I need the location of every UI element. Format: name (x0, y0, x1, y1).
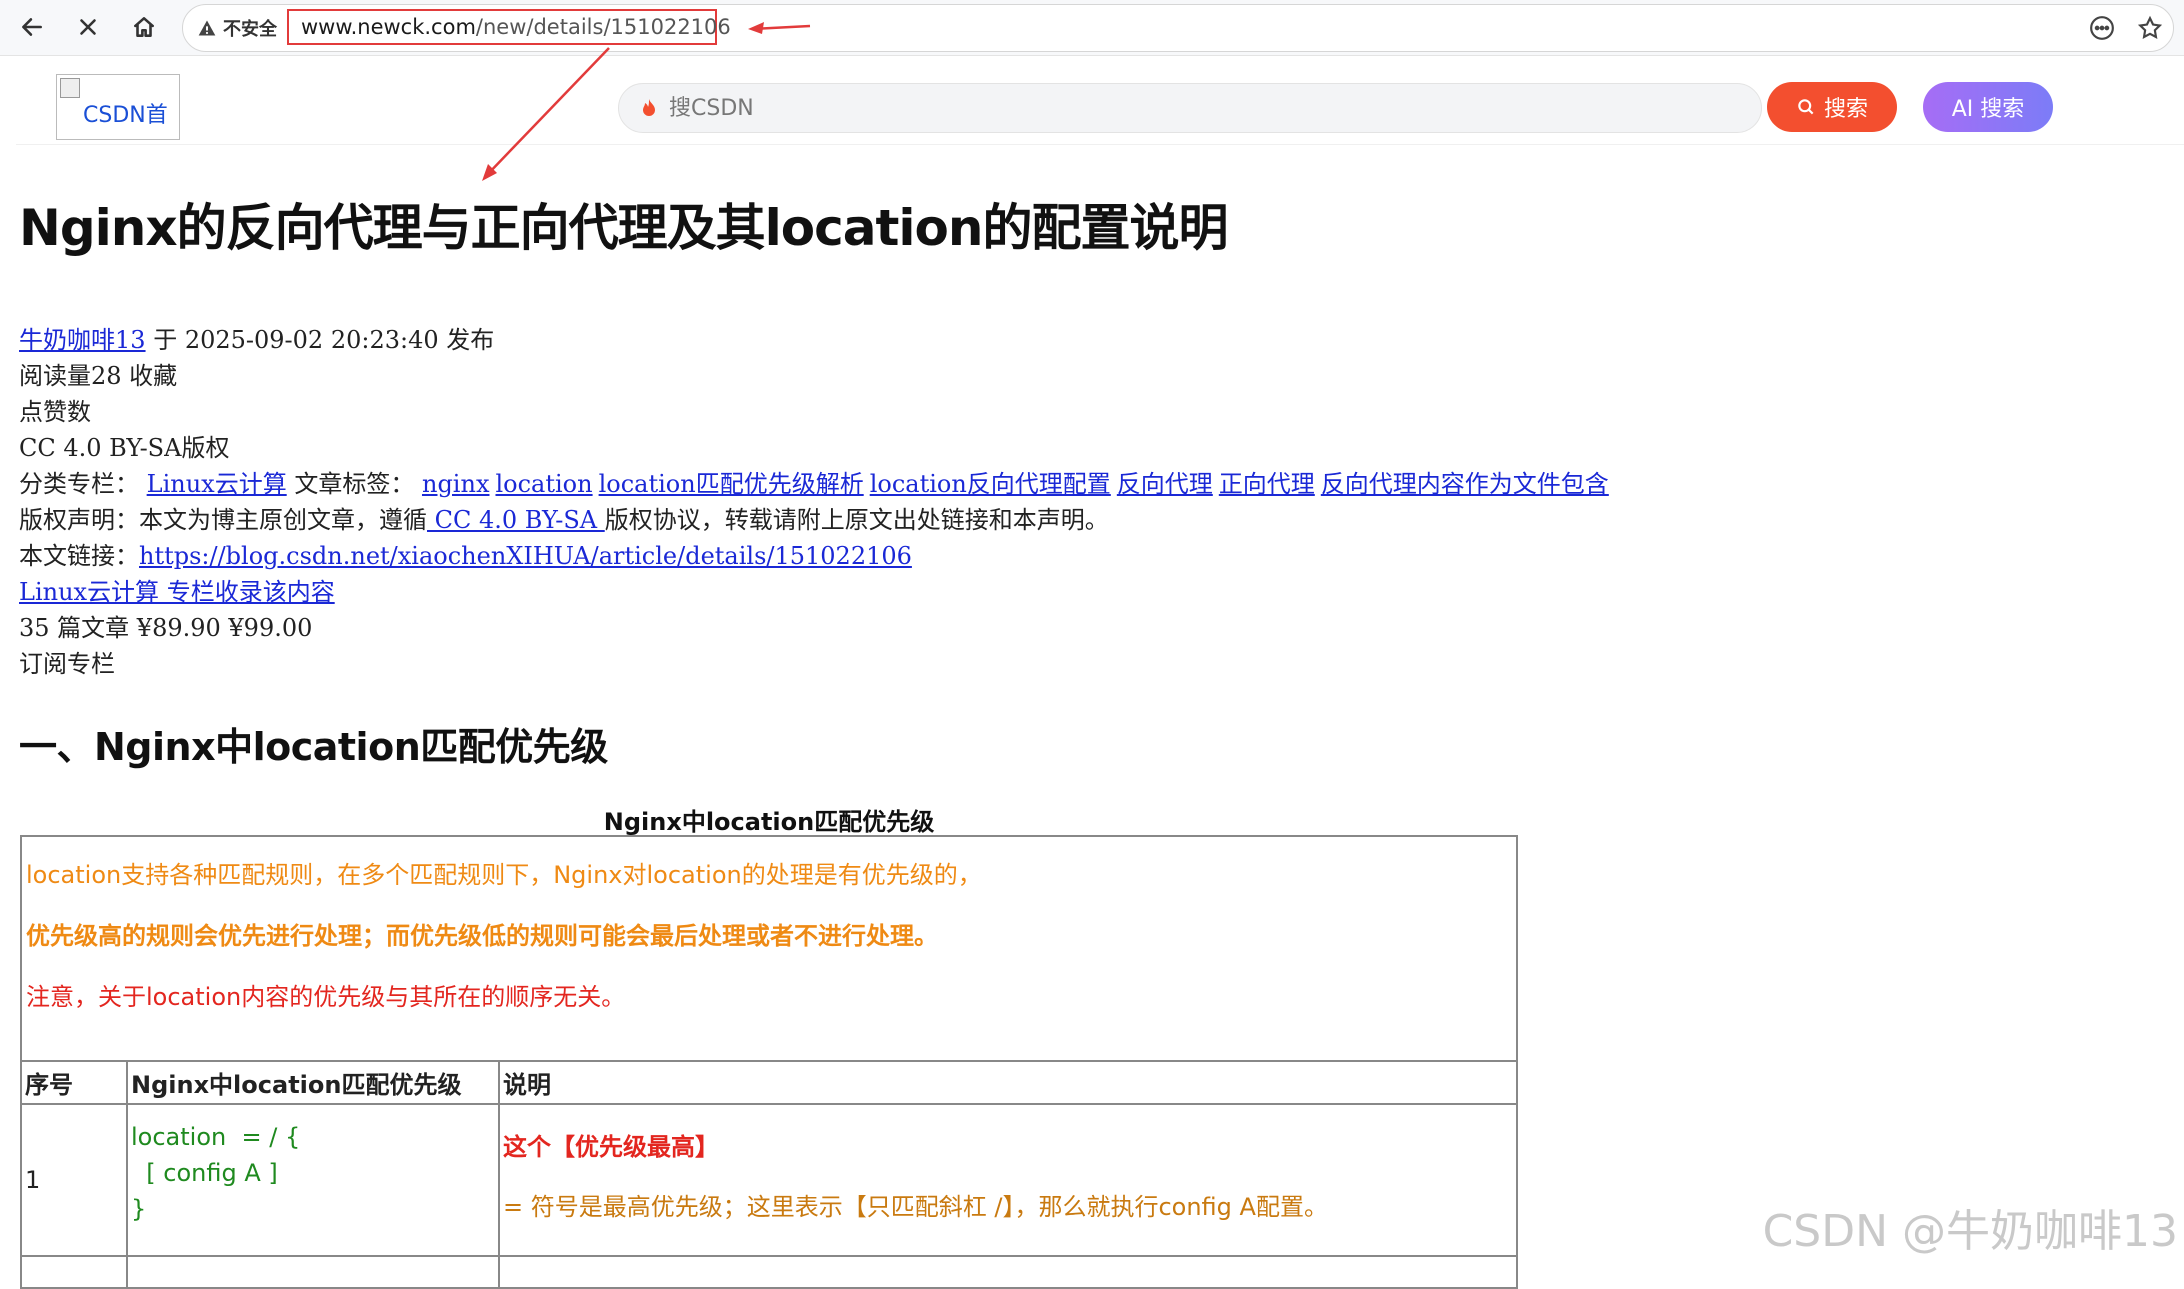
code-line: } (131, 1195, 147, 1223)
warning-icon (198, 20, 216, 36)
csdn-logo[interactable]: CSDN首 (56, 74, 180, 140)
search-icon (1798, 99, 1814, 115)
code-line: [ config A ] (131, 1159, 278, 1187)
article-title: Nginx的反向代理与正向代理及其location的配置说明 (19, 199, 1228, 257)
article-link-label: 本文链接： (19, 542, 139, 570)
back-button[interactable] (10, 7, 54, 47)
table-row: 1 location = / { [ config A ] } 这个【优先级最高… (22, 1105, 1516, 1257)
home-icon (134, 17, 154, 37)
site-header: CSDN首 搜索 AI 搜索 (16, 58, 2184, 145)
table-intro: location支持各种匹配规则，在多个匹配规则下，Nginx对location… (22, 837, 1516, 1062)
article-meta: 牛奶咖啡13 于 2025-09-02 20:23:40 发布 阅读量28 收藏… (19, 322, 1719, 682)
broken-image-icon (60, 78, 80, 98)
favorite-button[interactable] (2137, 5, 2163, 51)
copyright-prefix: 版权声明：本文为博主原创文章，遵循 (19, 506, 427, 534)
tag-link[interactable]: location (495, 470, 592, 498)
star-icon (2137, 15, 2163, 39)
tag-link[interactable]: 反向代理 (1117, 470, 1213, 498)
row-number: 1 (22, 1105, 128, 1255)
search-button[interactable]: 搜索 (1767, 82, 1897, 132)
code-line: location = / { (131, 1123, 301, 1151)
section-heading: 一、Nginx中location匹配优先级 (19, 725, 608, 769)
priority-highlight: 这个【优先级最高】 (503, 1133, 719, 1161)
tag-link[interactable]: 反向代理内容作为文件包含 (1321, 470, 1609, 498)
tag-link[interactable]: location匹配优先级解析 (599, 470, 864, 498)
category-link[interactable]: Linux云计算 (147, 470, 287, 498)
column-header: Nginx中location匹配优先级 (128, 1062, 500, 1103)
column-link[interactable]: Linux云计算 专栏收录该内容 (19, 578, 335, 606)
ai-search-button-label: AI 搜索 (1951, 97, 2025, 122)
category-label: 分类专栏： (19, 470, 139, 498)
article-link-line: 本文链接：https://blog.csdn.net/xiaochenXIHUA… (19, 538, 1719, 574)
column-header: 序号 (22, 1062, 128, 1103)
copyright-line: 版权声明：本文为博主原创文章，遵循 CC 4.0 BY-SA 版权协议，转载请附… (19, 502, 1719, 538)
search-button-label: 搜索 (1823, 97, 1868, 122)
logo-alt-text: CSDN首 (83, 103, 168, 128)
category-tags-line: 分类专栏： Linux云计算 文章标签： nginx location locati… (19, 466, 1719, 502)
flame-icon (643, 99, 655, 116)
intro-line: 优先级高的规则会优先进行处理；而优先级低的规则可能会最后处理或者不进行处理。 (26, 922, 938, 950)
table-row (22, 1257, 1516, 1287)
row-description: 这个【优先级最高】 = 符号是最高优先级；这里表示【只匹配斜杠 /】，那么就执行… (500, 1105, 1516, 1255)
article-link[interactable]: https://blog.csdn.net/xiaochenXIHUA/arti… (139, 542, 912, 570)
url-host: www.newck.com (301, 15, 476, 39)
location-code: location = / { [ config A ] } (128, 1105, 500, 1255)
stop-button[interactable] (66, 7, 110, 47)
watermark: CSDN @牛奶咖啡13 (1762, 1206, 2178, 1257)
address-bar[interactable]: 不安全 www.newck.com/new/details/151022106 (182, 4, 2174, 52)
like-count: 点赞数 (19, 398, 91, 426)
search-input[interactable] (667, 94, 1571, 122)
close-icon (80, 19, 96, 35)
arrowhead (482, 164, 497, 181)
description-text: = 符号是最高优先级；这里表示【只匹配斜杠 /】，那么就执行config A配置… (503, 1193, 1328, 1221)
tag-link[interactable]: location反向代理配置 (870, 470, 1111, 498)
publish-time: 于 2025-09-02 20:23:40 发布 (153, 326, 495, 354)
column-stats: 35 篇文章 ¥89.90 ¥99.00 (19, 614, 313, 642)
table-header-row: 序号 Nginx中location匹配优先级 说明 (22, 1062, 1516, 1105)
intro-line: 注意，关于location内容的优先级与其所在的顺序无关。 (26, 983, 626, 1011)
table-caption: Nginx中location匹配优先级 (603, 808, 935, 836)
copyright-suffix: 版权协议，转载请附上原文出处链接和本声明。 (604, 506, 1109, 534)
home-button[interactable] (122, 7, 166, 47)
read-count: 阅读量28 收藏 (19, 362, 178, 390)
tag-link[interactable]: 正向代理 (1219, 470, 1315, 498)
security-indicator[interactable]: 不安全 (197, 5, 277, 51)
intro-line: location支持各种匹配规则，在多个匹配规则下，Nginx对location… (26, 861, 982, 889)
url-text[interactable]: www.newck.com/new/details/151022106 (287, 9, 731, 45)
license-link[interactable]: CC 4.0 BY-SA (427, 506, 605, 534)
tag-link[interactable]: nginx (422, 470, 490, 498)
tags-label: 文章标签： (294, 470, 415, 498)
ai-search-button[interactable]: AI 搜索 (1923, 82, 2053, 132)
priority-table: location支持各种匹配规则，在多个匹配规则下，Nginx对location… (20, 835, 1518, 1289)
url-path: /new/details/151022106 (475, 15, 731, 39)
subscribe-column-button[interactable]: 订阅专栏 (19, 646, 1719, 682)
more-button[interactable] (2089, 5, 2115, 51)
license-label: CC 4.0 BY-SA版权 (19, 434, 230, 462)
back-icon (22, 18, 42, 36)
column-header: 说明 (503, 1071, 551, 1099)
browser-toolbar: 不安全 www.newck.com/new/details/151022106 (0, 0, 2184, 56)
search-box[interactable] (618, 83, 1762, 133)
more-icon (2090, 16, 2114, 40)
security-label: 不安全 (223, 19, 277, 40)
author-link[interactable]: 牛奶咖啡13 (19, 326, 146, 354)
